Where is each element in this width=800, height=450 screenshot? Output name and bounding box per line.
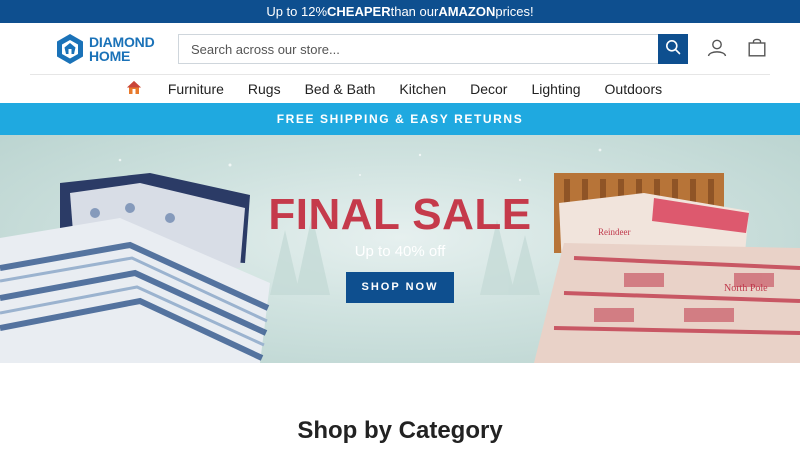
logo-line-1: DIAMOND [89,34,155,50]
diamond-home-logo-icon [55,33,85,65]
shopping-bag-icon [748,38,766,61]
search-input[interactable] [179,35,658,63]
promo-bar: Up to 12% CHEAPER than our AMAZON prices… [0,0,800,23]
search-bar [178,34,688,64]
cart-button[interactable] [748,37,766,62]
home-icon [126,80,142,98]
section-title-shop-by-category: Shop by Category [297,417,503,444]
promo-text-1: Up to 12% [266,4,328,19]
nav-lighting[interactable]: Lighting [519,81,592,97]
logo[interactable]: DIAMOND HOME [55,33,155,65]
hero-content: FINAL SALE Up to 40% off SHOP NOW [0,191,800,303]
logo-line-2: HOME [89,48,131,64]
nav-outdoors[interactable]: Outdoors [593,81,675,97]
nav-decor[interactable]: Decor [458,81,519,97]
promo-text-2: than our [390,4,439,19]
main-nav: Furniture Rugs Bed & Bath Kitchen Decor … [0,75,800,103]
nav-furniture[interactable]: Furniture [156,81,236,97]
nav-bed-bath[interactable]: Bed & Bath [293,81,388,97]
promo-strong-2: AMAZON [438,4,496,19]
shop-now-button[interactable]: SHOP NOW [346,272,454,303]
nav-rugs[interactable]: Rugs [236,81,293,97]
shipping-banner: FREE SHIPPING & EASY RETURNS [0,103,800,135]
search-icon [665,39,681,60]
account-button[interactable] [707,39,727,62]
promo-strong-1: CHEAPER [327,4,391,19]
search-button[interactable] [658,34,688,64]
user-icon [707,39,727,61]
site-header: DIAMOND HOME [0,23,800,75]
hero-banner[interactable]: Reindeer North Pole FINAL SALE Up to 40%… [0,135,800,363]
hero-subtitle: Up to 40% off [354,243,446,260]
hero-title: FINAL SALE [268,190,532,239]
logo-wordmark: DIAMOND HOME [89,34,155,64]
header-divider [30,74,770,75]
nav-home[interactable] [126,80,156,98]
promo-text-3: prices! [495,4,534,19]
nav-kitchen[interactable]: Kitchen [387,81,458,97]
